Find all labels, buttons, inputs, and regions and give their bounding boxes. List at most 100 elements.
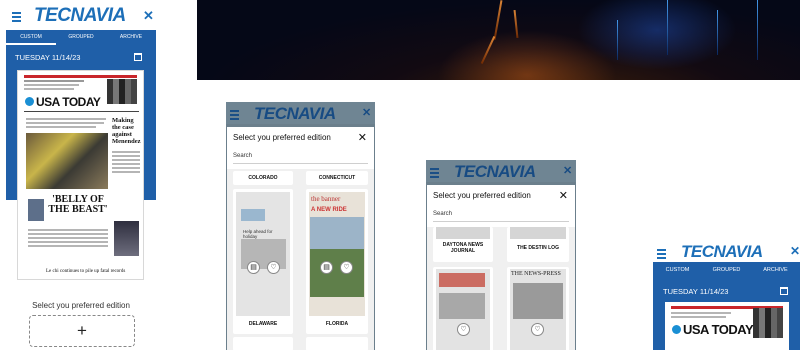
thumb-headline: Help ahead for holiday	[243, 229, 273, 239]
masthead: USA TODAY	[683, 322, 754, 337]
tab-archive[interactable]: ARCHIVE	[106, 30, 156, 45]
search-input[interactable]: Search	[233, 153, 368, 164]
hamburger-icon[interactable]	[12, 10, 21, 24]
screenshot-collage: TECNAVIA ✕ CUSTOM GROUPED ARCHIVE TUESDA…	[0, 0, 800, 350]
tab-custom[interactable]: CUSTOM	[653, 262, 702, 280]
photo	[513, 283, 563, 319]
modal-title: Select you preferred edition	[433, 191, 531, 200]
book-icon[interactable]: ▤	[247, 261, 260, 274]
edition-label: FLORIDA	[325, 321, 349, 327]
edition-card[interactable]	[306, 337, 368, 350]
photo	[310, 217, 364, 297]
edition-card[interactable]	[233, 337, 293, 350]
hamburger-icon	[430, 166, 439, 180]
heart-icon[interactable]: ♡	[267, 261, 280, 274]
text-line	[112, 155, 140, 157]
photo	[241, 209, 265, 221]
text-line	[28, 229, 108, 231]
brand-logo: TECNAVIA	[681, 242, 763, 261]
heart-icon[interactable]: ♡	[340, 261, 353, 274]
text-line	[28, 233, 108, 235]
edition-card[interactable]: Help ahead for holiday ▤ ♡ DELAWARE	[233, 189, 293, 334]
edition-card[interactable]: COLORADO	[233, 171, 293, 185]
edition-card[interactable]: THE NEWS-PRESS ♡	[507, 267, 569, 350]
text-line	[26, 118, 106, 120]
calendar-icon[interactable]	[780, 287, 788, 295]
photo	[439, 293, 485, 319]
newspaper-thumbnail[interactable]: USA TODAY	[665, 302, 789, 350]
text-line	[671, 312, 731, 314]
brand-logo: TECNAVIA	[454, 162, 536, 181]
modal-close-icon[interactable]: ✕	[559, 189, 568, 202]
text-line	[671, 316, 726, 318]
text-line	[24, 88, 74, 90]
light-streak	[757, 0, 758, 60]
side-headline: Making the case against Menendez	[112, 117, 141, 145]
photo	[107, 79, 137, 104]
close-icon[interactable]: ✕	[143, 8, 154, 24]
edition-modal: Select you preferred edition ✕ Search DA…	[427, 185, 575, 350]
app-header-dimmed: TECNAVIA ✕	[226, 102, 375, 124]
close-icon[interactable]: ✕	[790, 244, 800, 258]
text-line	[112, 167, 140, 169]
text-line	[28, 237, 108, 239]
edition-label: DELAWARE	[248, 321, 278, 327]
edition-label: THE DESTIN LOG	[517, 245, 559, 251]
edition-card[interactable]: CONNECTICUT	[306, 171, 368, 185]
edition-card[interactable]: ♡	[433, 267, 493, 350]
decorative-banner-image	[197, 0, 800, 80]
masthead: USA TODAY	[36, 95, 101, 109]
portrait-photo	[28, 199, 44, 221]
edition-grid: COLORADO CONNECTICUT Help ahead for holi…	[227, 169, 374, 350]
edition-label: COLORADO	[248, 175, 278, 181]
edition-card[interactable]: the banner A NEW RIDE ▤ ♡ FLORIDA	[306, 189, 368, 334]
app-header-dimmed: TECNAVIA ✕	[426, 160, 576, 182]
calendar-icon[interactable]	[134, 53, 142, 61]
modal-close-icon[interactable]: ✕	[358, 131, 367, 144]
feature-headline: 'BELLY OF THE BEAST'	[48, 194, 108, 215]
select-edition-label: Select you preferred edition	[32, 301, 130, 310]
edition-grid: DAYTONA NEWS JOURNAL THE DESTIN LOG ♡ TH…	[427, 227, 575, 350]
phone-edition-list-small: TECNAVIA ✕ CUSTOM GROUPED ARCHIVE TUESDA…	[653, 240, 800, 350]
tab-archive[interactable]: ARCHIVE	[751, 262, 800, 280]
edition-card[interactable]: DAYTONA NEWS JOURNAL	[433, 227, 493, 262]
close-icon: ✕	[563, 165, 573, 177]
heart-icon[interactable]: ♡	[531, 323, 544, 336]
thumb-headline: A NEW RIDE	[311, 207, 347, 213]
edition-card[interactable]: THE DESTIN LOG	[507, 227, 569, 262]
usa-today-dot-icon	[672, 325, 681, 334]
edition-modal: Select you preferred edition ✕ Search CO…	[227, 127, 374, 350]
heart-icon[interactable]: ♡	[457, 323, 470, 336]
light-streak	[617, 20, 618, 60]
header-strip	[24, 75, 137, 78]
hamburger-icon[interactable]	[657, 247, 666, 261]
text-line	[112, 163, 140, 165]
newspaper-thumbnail[interactable]: USA TODAY Making the case against Menend…	[17, 70, 144, 280]
app-header: TECNAVIA ✕	[6, 0, 156, 30]
tab-bar: CUSTOM GROUPED ARCHIVE	[653, 262, 800, 280]
issue-date: TUESDAY 11/14/23	[663, 287, 729, 296]
usa-today-dot-icon	[25, 97, 34, 106]
thumb-masthead: the banner	[311, 195, 341, 203]
newspaper-thumbnail	[436, 227, 490, 239]
search-input[interactable]: Search	[433, 211, 569, 222]
tab-bar: CUSTOM GROUPED ARCHIVE	[6, 30, 156, 45]
text-line	[24, 84, 79, 86]
edition-label: DAYTONA NEWS JOURNAL	[442, 242, 484, 254]
book-icon[interactable]: ▤	[320, 261, 333, 274]
tab-grouped[interactable]: GROUPED	[702, 262, 751, 280]
newspaper-thumbnail	[510, 227, 566, 239]
date-bar: TUESDAY 11/14/23	[6, 45, 156, 70]
tab-custom[interactable]: CUSTOM	[6, 30, 56, 45]
photo	[439, 273, 485, 287]
date-bar: TUESDAY 11/14/23	[653, 280, 800, 302]
add-edition-button[interactable]: +	[29, 315, 135, 347]
hamburger-icon	[230, 108, 239, 122]
tab-grouped[interactable]: GROUPED	[56, 30, 106, 45]
close-icon: ✕	[362, 107, 372, 119]
side-photo	[114, 221, 139, 256]
light-streak	[667, 0, 668, 55]
phone-edition-picker: TECNAVIA ✕ Select you preferred edition …	[426, 160, 576, 350]
lead-photo	[26, 133, 108, 189]
text-line	[112, 151, 140, 153]
